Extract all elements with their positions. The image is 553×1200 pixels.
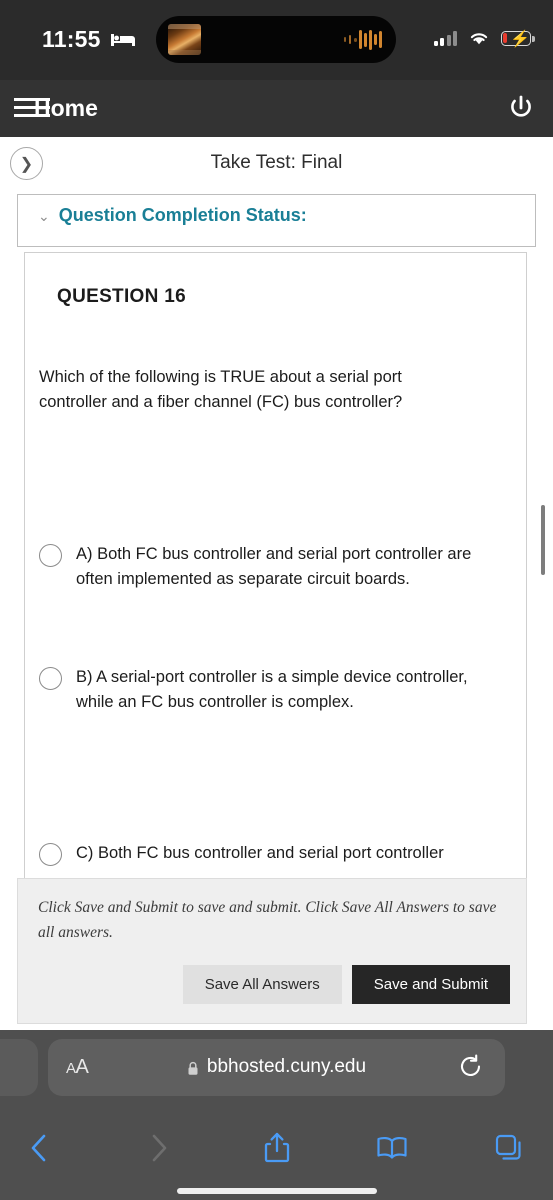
ios-status-bar: 11:55 ⚡: [0, 0, 553, 80]
cellular-signal-icon: [433, 30, 457, 46]
share-button[interactable]: [253, 1126, 301, 1170]
bookmarks-button[interactable]: [368, 1126, 416, 1170]
answer-option-c[interactable]: C) Both FC bus controller and serial por…: [39, 841, 509, 866]
forward-button: [135, 1126, 183, 1170]
home-indicator: [176, 1188, 377, 1194]
footer-instruction-text: Click Save and Submit to save and submit…: [38, 899, 497, 941]
safari-bottom-bar: AA bbhosted.cuny.edu: [0, 1030, 553, 1200]
radio-button-a[interactable]: [39, 544, 62, 567]
back-button[interactable]: [15, 1126, 63, 1170]
forward-chevron-icon: [152, 1134, 167, 1162]
wifi-icon: [470, 33, 488, 45]
vertical-scrollbar[interactable]: [541, 505, 545, 575]
radio-button-b[interactable]: [39, 667, 62, 690]
question-number-label: QUESTION 16: [57, 286, 186, 307]
save-all-answers-button[interactable]: Save All Answers: [182, 965, 342, 1004]
url-text[interactable]: bbhosted.cuny.edu: [207, 1056, 366, 1078]
question-prompt: Which of the following is TRUE about a s…: [39, 368, 403, 411]
save-and-submit-button[interactable]: Save and Submit: [351, 965, 510, 1004]
answer-option-b[interactable]: B) A serial-port controller is a simple …: [39, 665, 509, 715]
reload-icon[interactable]: [458, 1054, 483, 1079]
app-header-bar: Home: [0, 80, 553, 137]
now-playing-thumbnail: [168, 24, 201, 55]
status-bar-indicators: ⚡: [433, 27, 535, 49]
back-chevron-icon: [31, 1134, 46, 1162]
footer-action-buttons: Save All Answers Save and Submit: [182, 965, 510, 1004]
double-chevron-down-icon[interactable]: ⌄: [38, 209, 50, 223]
answer-option-b-text[interactable]: B) A serial-port controller is a simple …: [76, 665, 509, 715]
sleep-focus-bed-icon: [111, 34, 135, 46]
share-icon: [264, 1132, 290, 1163]
status-bar-clock: 11:55: [42, 26, 101, 52]
test-footer-panel: Click Save and Submit to save and submit…: [17, 878, 527, 1024]
tabs-icon: [495, 1134, 521, 1160]
question-completion-status-label[interactable]: Question Completion Status:: [59, 205, 307, 226]
question-completion-status-box[interactable]: ⌄ Question Completion Status:: [17, 194, 536, 247]
question-completion-status-row[interactable]: ⌄ Question Completion Status:: [38, 205, 307, 226]
radio-button-c[interactable]: [39, 843, 62, 866]
url-display-group: bbhosted.cuny.edu: [48, 1056, 505, 1078]
tabs-button[interactable]: [485, 1126, 533, 1170]
answer-option-a[interactable]: A) Both FC bus controller and serial por…: [39, 542, 509, 592]
answer-option-a-text[interactable]: A) Both FC bus controller and serial por…: [76, 542, 509, 592]
bookmarks-book-icon: [377, 1136, 407, 1159]
page-title: Take Test: Final: [210, 152, 343, 173]
safari-toolbar: [0, 1126, 553, 1174]
audio-waveform-icon: [343, 29, 382, 50]
question-card: QUESTION 16 Which of the following is TR…: [24, 252, 527, 942]
dynamic-island[interactable]: [156, 16, 396, 63]
battery-charging-low-icon: ⚡: [501, 30, 535, 48]
page-title-bar: ❯ Take Test: Final: [0, 137, 553, 190]
url-address-bar[interactable]: AA bbhosted.cuny.edu: [48, 1039, 505, 1096]
lock-icon: [188, 1061, 198, 1075]
power-logout-icon[interactable]: [507, 94, 535, 122]
adjacent-tab-peek[interactable]: [0, 1039, 38, 1096]
answer-option-c-text[interactable]: C) Both FC bus controller and serial por…: [76, 841, 444, 866]
home-label[interactable]: Home: [34, 95, 98, 122]
